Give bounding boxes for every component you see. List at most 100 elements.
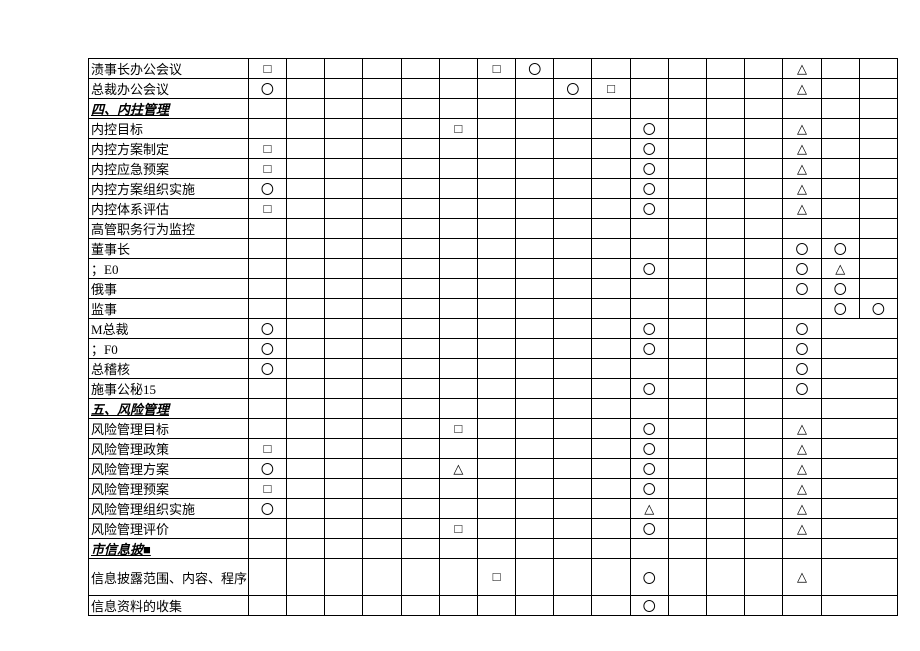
table-row: 风险管理组织实施〇△△ — [89, 499, 898, 519]
cell — [821, 179, 859, 199]
cell — [745, 119, 783, 139]
cell: □ — [477, 59, 515, 79]
cell — [477, 139, 515, 159]
cell — [707, 239, 745, 259]
cell — [668, 379, 706, 399]
cell — [668, 459, 706, 479]
cell — [516, 79, 554, 99]
cell — [745, 339, 783, 359]
cell — [592, 499, 630, 519]
cell — [477, 319, 515, 339]
cell — [439, 399, 477, 419]
cell — [363, 596, 401, 616]
table-row: 内控体系评估□〇△ — [89, 199, 898, 219]
cell — [248, 559, 286, 596]
cell — [707, 379, 745, 399]
cell: △ — [783, 159, 821, 179]
cell — [363, 439, 401, 459]
cell — [516, 99, 554, 119]
cell: 〇 — [783, 319, 821, 339]
cell — [439, 479, 477, 499]
row-label: 高管职务行为监控 — [89, 219, 249, 239]
table-row: 俄事〇〇 — [89, 279, 898, 299]
cell — [592, 439, 630, 459]
cell — [668, 179, 706, 199]
cell: □ — [248, 479, 286, 499]
cell — [592, 359, 630, 379]
cell — [439, 59, 477, 79]
cell — [248, 519, 286, 539]
cell — [401, 319, 439, 339]
cell — [286, 419, 324, 439]
cell — [707, 99, 745, 119]
cell — [477, 419, 515, 439]
cell — [363, 339, 401, 359]
cell: 〇 — [630, 199, 668, 219]
cell — [745, 139, 783, 159]
cell — [439, 179, 477, 199]
cell — [821, 99, 859, 119]
cell — [707, 339, 745, 359]
cell — [325, 199, 363, 219]
row-label: 内控方案组织实施 — [89, 179, 249, 199]
table-row: 信息资料的收集〇 — [89, 596, 898, 616]
cell: 〇 — [783, 379, 821, 399]
cell — [477, 199, 515, 219]
cell — [439, 539, 477, 559]
cell — [707, 459, 745, 479]
cell: 〇 — [248, 339, 286, 359]
cell — [745, 99, 783, 119]
cell — [592, 99, 630, 119]
cell — [821, 399, 897, 419]
cell: △ — [783, 119, 821, 139]
cell — [477, 359, 515, 379]
cell: 〇 — [859, 299, 897, 319]
cell — [363, 119, 401, 139]
authority-table: 渍事长办公会议□□〇△总裁办公会议〇〇□△四、内拄管理内控目标□〇△内控方案制定… — [88, 58, 898, 616]
cell — [516, 539, 554, 559]
cell — [286, 539, 324, 559]
cell — [821, 59, 859, 79]
cell — [592, 319, 630, 339]
cell — [592, 179, 630, 199]
cell — [668, 596, 706, 616]
cell — [554, 59, 592, 79]
cell — [592, 479, 630, 499]
cell — [401, 179, 439, 199]
cell — [286, 119, 324, 139]
cell: △ — [783, 519, 821, 539]
cell — [401, 79, 439, 99]
cell — [286, 399, 324, 419]
cell — [477, 159, 515, 179]
cell — [745, 259, 783, 279]
row-label: 渍事长办公会议 — [89, 59, 249, 79]
cell: 〇 — [248, 179, 286, 199]
cell — [286, 239, 324, 259]
cell — [325, 259, 363, 279]
cell — [363, 79, 401, 99]
cell — [707, 419, 745, 439]
cell — [401, 239, 439, 259]
cell — [821, 219, 859, 239]
cell — [668, 59, 706, 79]
cell: 〇 — [630, 339, 668, 359]
cell — [554, 519, 592, 539]
cell — [286, 199, 324, 219]
cell — [745, 159, 783, 179]
cell — [286, 596, 324, 616]
cell — [477, 519, 515, 539]
cell — [401, 299, 439, 319]
cell — [516, 279, 554, 299]
cell — [859, 239, 897, 259]
cell — [668, 119, 706, 139]
cell — [248, 299, 286, 319]
cell — [668, 79, 706, 99]
cell — [325, 439, 363, 459]
cell — [745, 479, 783, 499]
cell — [630, 59, 668, 79]
cell — [325, 596, 363, 616]
cell — [668, 239, 706, 259]
cell — [439, 559, 477, 596]
cell — [401, 539, 439, 559]
cell: □ — [248, 439, 286, 459]
